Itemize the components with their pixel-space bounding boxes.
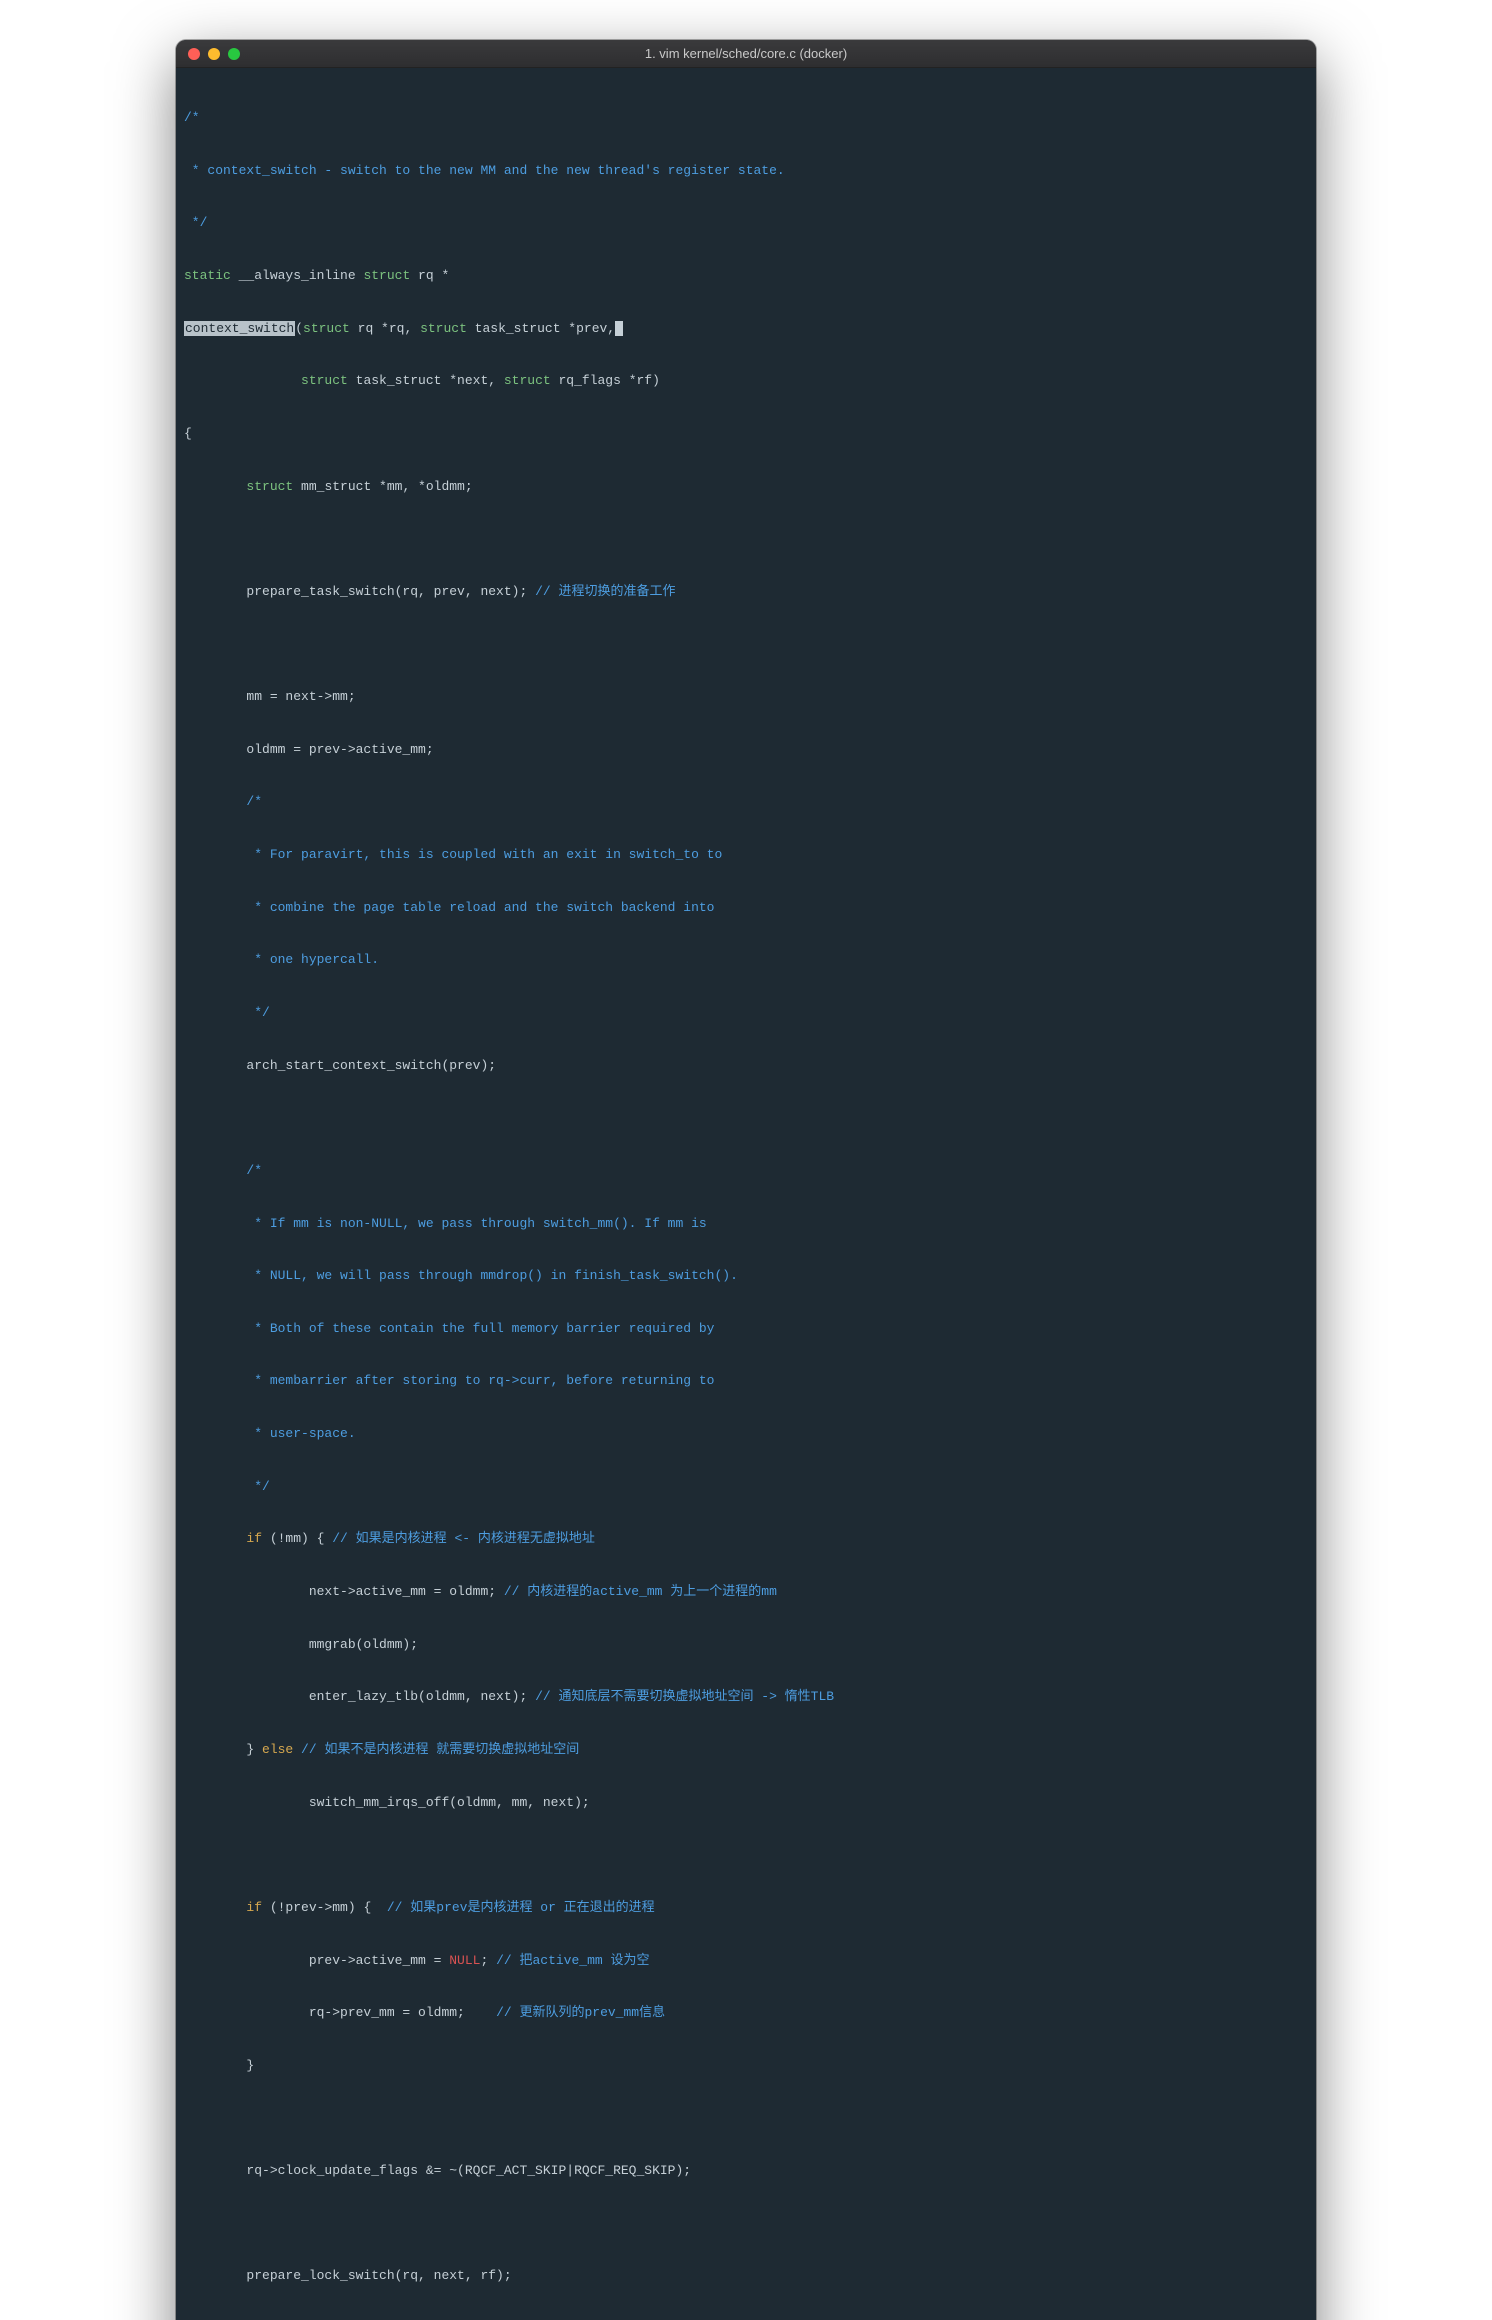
code-comment: // 把active_mm 设为空 (496, 1953, 649, 1968)
code-line (184, 2110, 192, 2125)
code-token: else (262, 1742, 293, 1757)
code-token: enter_lazy_tlb(oldmm, next); (184, 1689, 535, 1704)
code-token (184, 479, 246, 494)
code-comment: // 内核进程的active_mm 为上一个进程的mm (504, 1584, 777, 1599)
terminal-window: 1. vim kernel/sched/core.c (docker) /* *… (176, 40, 1316, 2320)
code-line: switch_mm_irqs_off(oldmm, mm, next); (184, 1795, 590, 1810)
code-comment: // 如果prev是内核进程 or 正在退出的进程 (387, 1900, 655, 1915)
code-comment: * user-space. (184, 1426, 356, 1441)
code-line: rq->clock_update_flags &= ~(RQCF_ACT_SKI… (184, 2163, 691, 2178)
code-token: (!mm) { (262, 1531, 332, 1546)
code-token: __always_inline (231, 268, 364, 283)
code-token: NULL (449, 1953, 480, 1968)
code-token: rq * (410, 268, 449, 283)
code-comment: // 如果是内核进程 <- 内核进程无虚拟地址 (332, 1531, 595, 1546)
titlebar[interactable]: 1. vim kernel/sched/core.c (docker) (176, 40, 1316, 68)
code-comment: * If mm is non-NULL, we pass through swi… (184, 1216, 707, 1231)
editor-area[interactable]: /* * context_switch - switch to the new … (176, 68, 1316, 2320)
close-button[interactable] (188, 48, 200, 60)
code-comment: /* (184, 1163, 262, 1178)
code-token: struct (504, 373, 551, 388)
code-comment: * one hypercall. (184, 952, 379, 967)
code-token: ( (295, 321, 303, 336)
code-token: rq_flags *rf) (551, 373, 660, 388)
code-token: task_struct *prev, (467, 321, 615, 336)
code-token: } (184, 1742, 262, 1757)
func-name-highlight: context_switch (184, 321, 295, 336)
code-line (184, 1847, 192, 1862)
code-token: static (184, 268, 231, 283)
code-token: task_struct *next, (348, 373, 504, 388)
code-line (184, 1110, 192, 1125)
code-token: rq->prev_mm = oldmm; (184, 2005, 496, 2020)
cursor (615, 321, 623, 336)
code-token: struct (420, 321, 467, 336)
code-token: struct (363, 268, 410, 283)
code-comment: */ (184, 1005, 270, 1020)
code-token: (!prev->mm) { (262, 1900, 387, 1915)
code-line: prepare_lock_switch(rq, next, rf); (184, 2268, 512, 2283)
code-line: } (184, 2058, 254, 2073)
code-comment: * Both of these contain the full memory … (184, 1321, 715, 1336)
code-token: ; (480, 1953, 496, 1968)
code-token: mm_struct *mm, *oldmm; (293, 479, 472, 494)
code-line: /* (184, 110, 200, 125)
code-comment: // 如果不是内核进程 就需要切换虚拟地址空间 (301, 1742, 579, 1757)
code-token: struct (246, 479, 293, 494)
code-line (184, 637, 192, 652)
code-line: */ (184, 215, 207, 230)
code-line (184, 531, 192, 546)
maximize-button[interactable] (228, 48, 240, 60)
minimize-button[interactable] (208, 48, 220, 60)
code-token: if (246, 1900, 262, 1915)
code-line: arch_start_context_switch(prev); (184, 1058, 496, 1073)
code-line: mmgrab(oldmm); (184, 1637, 418, 1652)
code-token: rq *rq, (350, 321, 420, 336)
code-line: mm = next->mm; (184, 689, 356, 704)
code-token: if (246, 1531, 262, 1546)
code-token: struct (303, 321, 350, 336)
code-token: next->active_mm = oldmm; (184, 1584, 504, 1599)
traffic-lights (188, 48, 240, 60)
window-title: 1. vim kernel/sched/core.c (docker) (645, 46, 847, 61)
code-comment: /* (184, 794, 262, 809)
code-token: struct (301, 373, 348, 388)
code-comment: * membarrier after storing to rq->curr, … (184, 1373, 715, 1388)
code-comment: // 通知底层不需要切换虚拟地址空间 -> 惰性TLB (535, 1689, 834, 1704)
code-line: oldmm = prev->active_mm; (184, 742, 434, 757)
code-token: prepare_task_switch(rq, prev, next); (184, 584, 535, 599)
code-comment: // 进程切换的准备工作 (535, 584, 675, 599)
code-token (184, 1531, 246, 1546)
code-comment: * combine the page table reload and the … (184, 900, 715, 915)
code-comment: * For paravirt, this is coupled with an … (184, 847, 722, 862)
code-line: * context_switch - switch to the new MM … (184, 163, 785, 178)
code-comment: */ (184, 1479, 270, 1494)
code-token (184, 1900, 246, 1915)
code-token: prev->active_mm = (184, 1953, 449, 1968)
code-comment: // 更新队列的prev_mm信息 (496, 2005, 665, 2020)
code-token (293, 1742, 301, 1757)
code-token (184, 373, 301, 388)
code-line: { (184, 426, 192, 441)
code-line (184, 2216, 192, 2231)
code-comment: * NULL, we will pass through mmdrop() in… (184, 1268, 738, 1283)
